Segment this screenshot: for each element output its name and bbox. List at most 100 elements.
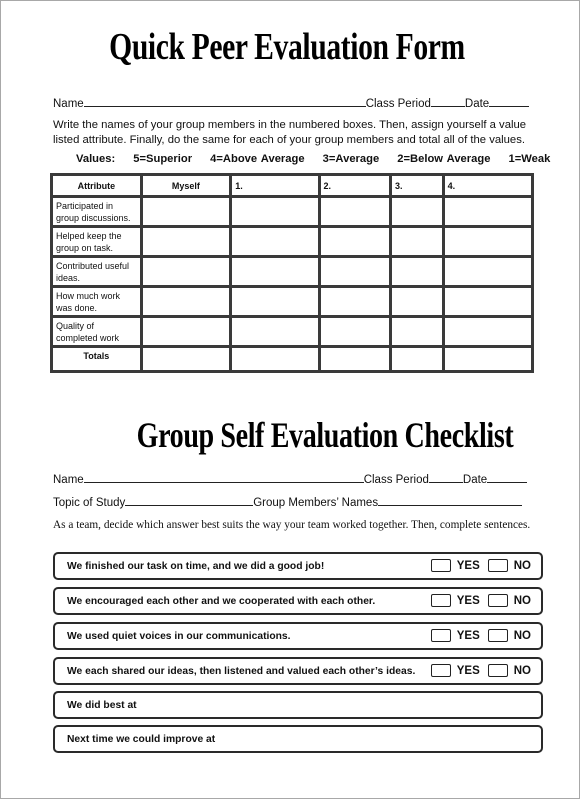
attribute-cell: Contributed useful ideas. bbox=[50, 255, 143, 288]
total-cell[interactable] bbox=[229, 345, 321, 373]
table-row: Contributed useful ideas. bbox=[50, 255, 535, 288]
score-cell[interactable] bbox=[139, 255, 233, 288]
no-checkbox[interactable] bbox=[487, 594, 508, 607]
score-cell[interactable] bbox=[229, 225, 321, 258]
value-3: 3=Average bbox=[322, 153, 380, 165]
class-period-field[interactable] bbox=[430, 96, 465, 107]
total-cell[interactable] bbox=[139, 345, 233, 373]
prompt-improve[interactable]: Next time we could improve at bbox=[53, 725, 543, 753]
value-4: 4=Above Average bbox=[210, 153, 305, 165]
score-cell[interactable] bbox=[139, 225, 233, 258]
score-cell[interactable] bbox=[441, 225, 535, 258]
header-member-3[interactable]: 3. bbox=[388, 173, 445, 198]
statement-text: We used quiet voices in our communicatio… bbox=[67, 631, 291, 642]
date-field[interactable] bbox=[487, 472, 528, 483]
header-attribute: Attribute bbox=[50, 173, 143, 198]
values-legend: Values: 5=Superior 4=Above Average 3=Ave… bbox=[76, 153, 550, 165]
yes-checkbox[interactable] bbox=[430, 664, 451, 677]
totals-row: Totals bbox=[50, 345, 535, 373]
score-cell[interactable] bbox=[441, 255, 535, 288]
score-cell[interactable] bbox=[317, 255, 392, 288]
group-members-label: Group Members’ Names bbox=[253, 497, 379, 509]
score-cell[interactable] bbox=[317, 225, 392, 258]
name-field[interactable] bbox=[83, 96, 366, 107]
score-cell[interactable] bbox=[441, 285, 535, 318]
prompt-text: We did best at bbox=[67, 700, 137, 711]
score-cell[interactable] bbox=[317, 315, 392, 348]
score-cell[interactable] bbox=[229, 315, 321, 348]
score-cell[interactable] bbox=[139, 285, 233, 318]
header-member-1[interactable]: 1. bbox=[229, 173, 321, 198]
statement-text: We each shared our ideas, then listened … bbox=[67, 666, 416, 677]
no-label: NO bbox=[513, 664, 531, 677]
yes-checkbox[interactable] bbox=[430, 629, 451, 642]
checklist-item: We finished our task on time, and we did… bbox=[53, 552, 543, 580]
yes-checkbox[interactable] bbox=[430, 594, 451, 607]
table-header-row: Attribute Myself 1. 2. 3. 4. bbox=[50, 173, 535, 198]
score-cell[interactable] bbox=[441, 195, 535, 228]
checklist-item: We encouraged each other and we cooperat… bbox=[53, 587, 543, 615]
checklist-item: We each shared our ideas, then listened … bbox=[53, 657, 543, 685]
checklist-title: Group Self Evaluation Checklist bbox=[136, 415, 514, 455]
score-cell[interactable] bbox=[229, 195, 321, 228]
no-checkbox[interactable] bbox=[487, 664, 508, 677]
prompt-did-best[interactable]: We did best at bbox=[53, 691, 543, 719]
no-checkbox[interactable] bbox=[487, 629, 508, 642]
table-row: Helped keep the group on task. bbox=[50, 225, 535, 258]
peer-instructions: Write the names of your group members in… bbox=[53, 119, 527, 146]
score-cell[interactable] bbox=[317, 285, 392, 318]
value-1: 1=Weak bbox=[508, 153, 551, 165]
score-cell[interactable] bbox=[229, 255, 321, 288]
name-field[interactable] bbox=[83, 472, 364, 483]
statement-text: We encouraged each other and we cooperat… bbox=[67, 596, 376, 607]
group-members-field[interactable] bbox=[378, 495, 523, 506]
name-label: Name bbox=[53, 98, 84, 110]
table-row: How much work was done. bbox=[50, 285, 535, 318]
value-5: 5=Superior bbox=[133, 153, 193, 165]
class-period-field[interactable] bbox=[428, 472, 463, 483]
score-cell[interactable] bbox=[388, 195, 445, 228]
document-page: Quick Peer Evaluation Form Name Class Per… bbox=[0, 0, 580, 799]
peer-form-title: Quick Peer Evaluation Form bbox=[109, 26, 465, 68]
total-cell[interactable] bbox=[441, 345, 535, 373]
yes-label: YES bbox=[456, 629, 480, 642]
checklist-name-line: Name Class Period Date bbox=[53, 472, 528, 486]
no-checkbox[interactable] bbox=[487, 559, 508, 572]
table-row: Quality of completed work bbox=[50, 315, 535, 348]
header-myself: Myself bbox=[139, 173, 233, 198]
score-cell[interactable] bbox=[229, 285, 321, 318]
score-cell[interactable] bbox=[139, 195, 233, 228]
attribute-cell: Quality of completed work bbox=[50, 315, 143, 348]
score-cell[interactable] bbox=[139, 315, 233, 348]
class-period-label: Class Period bbox=[363, 474, 429, 486]
score-cell[interactable] bbox=[388, 225, 445, 258]
peer-name-line: Name Class Period Date bbox=[53, 96, 530, 110]
score-cell[interactable] bbox=[441, 315, 535, 348]
yes-label: YES bbox=[456, 664, 480, 677]
total-cell[interactable] bbox=[388, 345, 445, 373]
no-label: NO bbox=[513, 594, 531, 607]
values-label: Values: bbox=[76, 153, 116, 165]
checklist-item: We used quiet voices in our communicatio… bbox=[53, 622, 543, 650]
prompt-text: Next time we could improve at bbox=[67, 734, 216, 745]
topic-label: Topic of Study bbox=[53, 497, 126, 509]
score-cell[interactable] bbox=[388, 255, 445, 288]
checklist-instructions: As a team, decide which answer best suit… bbox=[53, 519, 531, 531]
topic-field[interactable] bbox=[125, 495, 254, 506]
date-field[interactable] bbox=[489, 96, 530, 107]
total-cell[interactable] bbox=[317, 345, 392, 373]
no-label: NO bbox=[513, 559, 531, 572]
score-cell[interactable] bbox=[388, 315, 445, 348]
name-label: Name bbox=[53, 474, 84, 486]
peer-evaluation-table: Attribute Myself 1. 2. 3. 4. Participate… bbox=[50, 173, 535, 373]
yes-label: YES bbox=[456, 559, 480, 572]
yes-checkbox[interactable] bbox=[430, 559, 451, 572]
score-cell[interactable] bbox=[388, 285, 445, 318]
header-member-4[interactable]: 4. bbox=[441, 173, 535, 198]
header-member-2[interactable]: 2. bbox=[317, 173, 392, 198]
score-cell[interactable] bbox=[317, 195, 392, 228]
yes-label: YES bbox=[456, 594, 480, 607]
date-label: Date bbox=[464, 98, 490, 110]
totals-label: Totals bbox=[50, 345, 143, 373]
date-label: Date bbox=[462, 474, 488, 486]
